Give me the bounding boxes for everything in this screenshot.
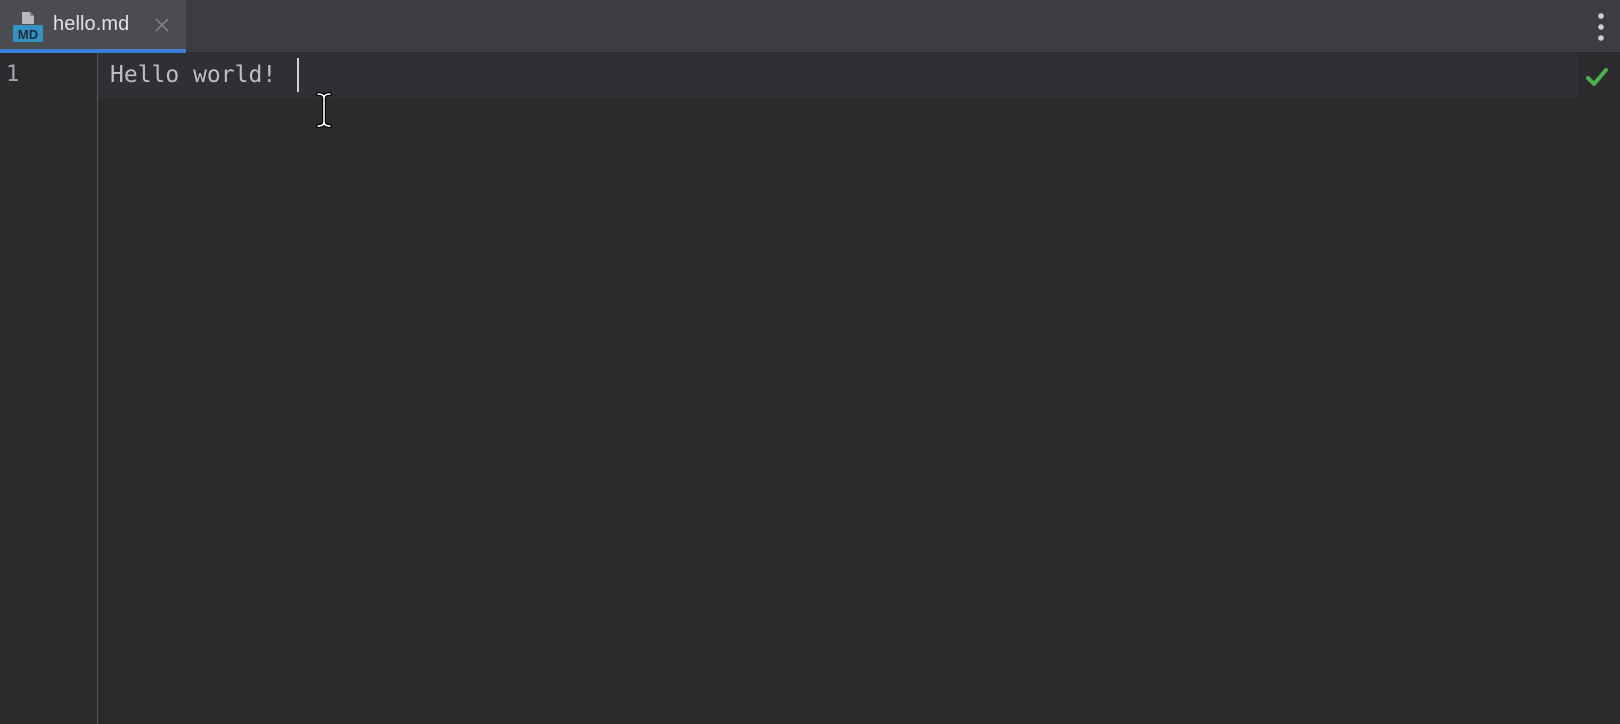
tab-hello-md[interactable]: MD hello.md [0,0,186,53]
markdown-file-icon: MD [13,12,43,42]
ide-window: MD hello.md 1 Hello world! [0,0,1620,724]
tab-label: hello.md [53,13,130,35]
line-number-gutter[interactable]: 1 [0,53,98,724]
more-options-icon[interactable] [1596,12,1606,42]
code-line[interactable]: Hello world! [110,62,276,88]
editor-area[interactable]: 1 Hello world! [0,53,1620,724]
text-cursor-icon [316,92,332,128]
checkmark-icon[interactable] [1585,65,1609,89]
close-icon[interactable] [152,15,172,35]
editor-tab-bar: MD hello.md [0,0,1620,53]
text-caret [297,58,299,92]
markdown-icon-text: MD [18,27,38,42]
line-number: 1 [6,62,20,87]
